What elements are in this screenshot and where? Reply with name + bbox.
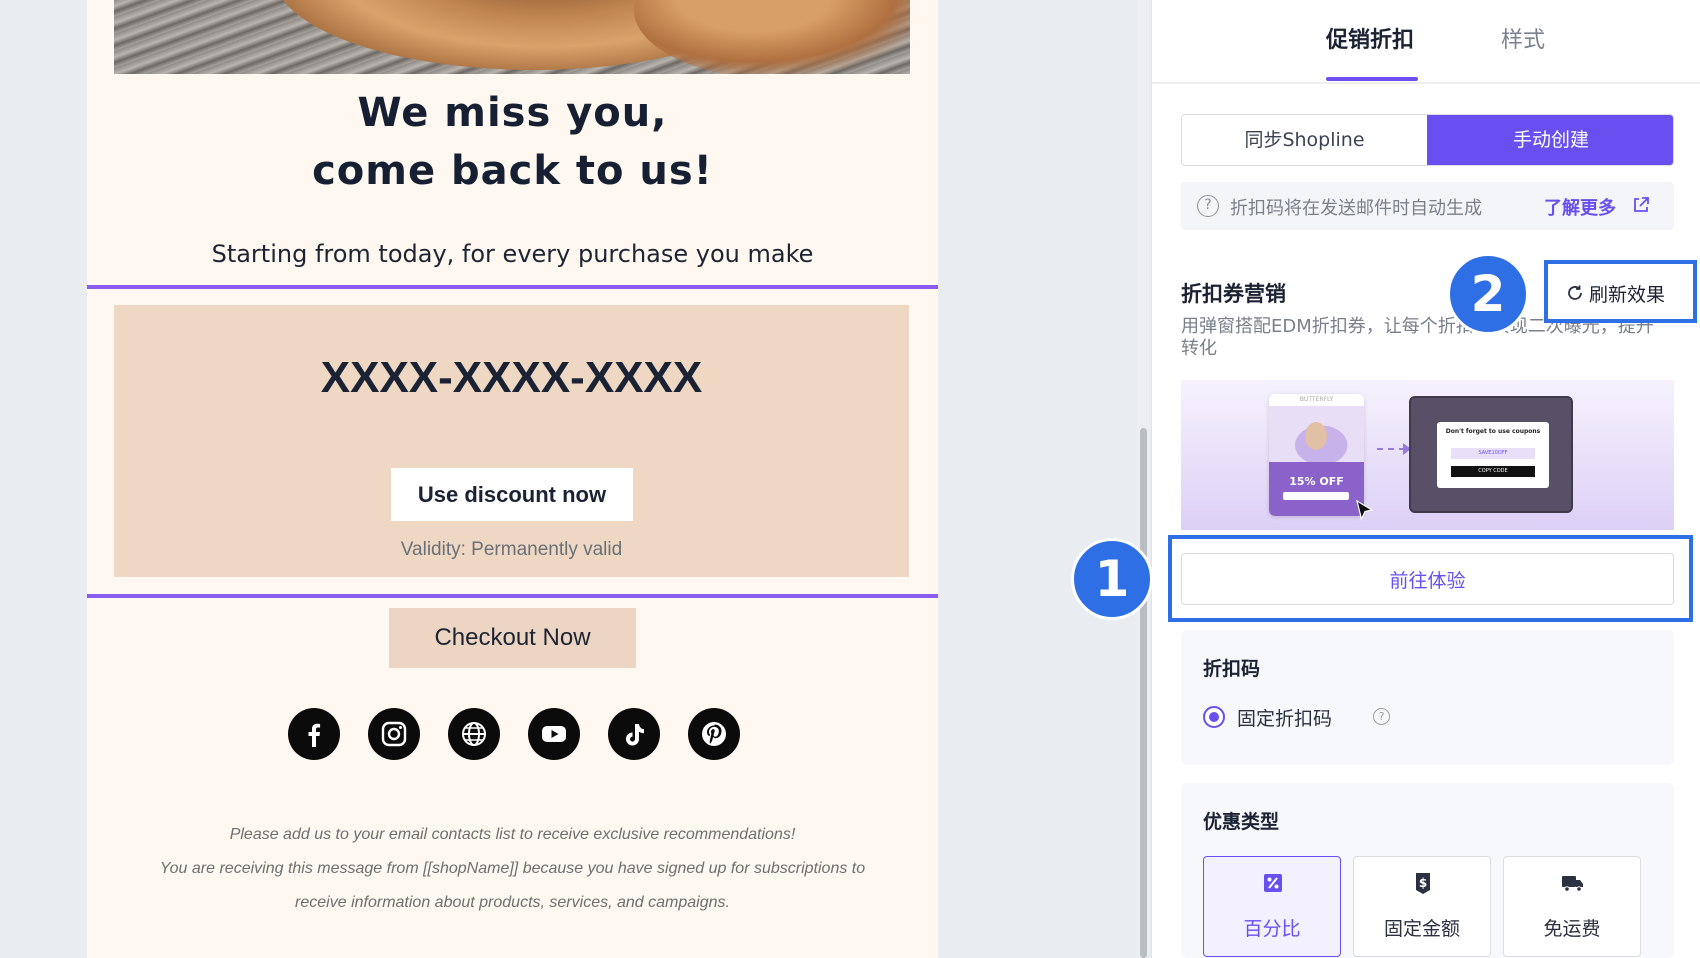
step-badge-2: 2: [1447, 253, 1529, 335]
try-it-button[interactable]: 前往体验: [1181, 553, 1674, 605]
active-tab-indicator: [1326, 77, 1418, 81]
app-root: We miss you, come back to us! Starting f…: [0, 0, 1700, 958]
footer-line-3: receive information about products, serv…: [295, 894, 730, 911]
coupon-marketing-title: 折扣券营销: [1181, 282, 1286, 306]
social-icons-row: [288, 708, 740, 760]
settings-panel: 促销折扣 样式 同步Shopline 手动创建 ? 折扣码将在发送邮件时自动生成…: [1152, 0, 1700, 958]
tiktok-icon[interactable]: [608, 708, 660, 760]
percent-icon: [1264, 874, 1282, 892]
manual-create-option[interactable]: 手动创建: [1427, 115, 1673, 165]
creation-mode-switch: 同步Shopline 手动创建: [1181, 114, 1674, 166]
coupon-code: XXXX-XXXX-XXXX: [320, 353, 703, 402]
sync-shopline-option[interactable]: 同步Shopline: [1182, 115, 1427, 165]
free-shipping-label: 免运费: [1543, 918, 1601, 940]
refresh-effect-label: 刷新效果: [1589, 283, 1666, 306]
validity-text: Validity: Permanently valid: [400, 539, 623, 560]
dollar-tag-icon: $: [1416, 873, 1430, 894]
discount-type-fixed-amount[interactable]: $ 固定金额: [1353, 856, 1491, 957]
modal-code: SAVE10OFF: [1451, 448, 1535, 459]
auto-generate-hint: ? 折扣码将在发送邮件时自动生成 了解更多: [1181, 182, 1674, 230]
hint-text: 折扣码将在发送邮件时自动生成: [1230, 198, 1482, 219]
learn-more-link[interactable]: 了解更多: [1544, 194, 1616, 220]
tab-style[interactable]: 样式: [1501, 22, 1545, 54]
email-preview: We miss you, come back to us! Starting f…: [87, 0, 938, 958]
facebook-icon[interactable]: [288, 708, 340, 760]
discount-code-title: 折扣码: [1203, 658, 1261, 680]
fixed-code-label[interactable]: 固定折扣码: [1237, 704, 1332, 731]
scrollbar-thumb[interactable]: [1140, 428, 1147, 958]
tab-promotion-discount[interactable]: 促销折扣: [1326, 22, 1414, 54]
popup-preview-card: BUTTERFLY 15% OFF: [1269, 394, 1364, 516]
coupon-modal: Don't forget to use coupons SAVE10OFF CO…: [1437, 422, 1549, 488]
discount-type-title: 优惠类型: [1203, 811, 1280, 833]
percent-label: 百分比: [1243, 918, 1301, 940]
fixed-code-radio[interactable]: [1203, 706, 1225, 728]
headline-line-1: We miss you,: [357, 90, 668, 136]
footer-line-2: You are receiving this message from [[sh…: [159, 860, 866, 877]
preview-scrollbar[interactable]: [1137, 0, 1149, 958]
model-face: [1305, 422, 1327, 450]
dog-paw: [634, 0, 910, 74]
coupon-block[interactable]: XXXX-XXXX-XXXX Use discount now Validity…: [114, 305, 909, 577]
help-icon[interactable]: ?: [1373, 708, 1390, 725]
panel-tabs: 促销折扣 样式: [1152, 0, 1700, 84]
truck-icon: [1562, 876, 1583, 892]
discount-type-percent[interactable]: 百分比: [1203, 856, 1341, 957]
youtube-icon[interactable]: [528, 708, 580, 760]
refresh-effect-button[interactable]: 刷新效果: [1565, 279, 1665, 307]
fixed-amount-label: 固定金额: [1383, 918, 1460, 940]
popup-edm-preview-image: BUTTERFLY 15% OFF Don't forget to use co…: [1181, 380, 1674, 530]
svg-text:$: $: [1419, 876, 1427, 890]
model-photo: [1269, 406, 1364, 462]
discount-code-box: 折扣码 固定折扣码 ?: [1181, 630, 1674, 765]
footer-line-1: Please add us to your email contacts lis…: [229, 826, 796, 843]
instagram-icon[interactable]: [368, 708, 420, 760]
pinterest-icon[interactable]: [688, 708, 740, 760]
subline-text: Starting from today, for every purchase …: [211, 240, 814, 268]
email-preview-card: Don't forget to use coupons SAVE10OFF CO…: [1409, 396, 1573, 513]
discount-type-free-shipping[interactable]: 免运费: [1503, 856, 1641, 957]
hero-dog-image: [114, 0, 910, 74]
discount-type-box: 优惠类型 百分比 $ 固定金额 免运费: [1181, 783, 1674, 958]
website-icon[interactable]: [448, 708, 500, 760]
cursor-icon: [1356, 500, 1374, 521]
external-link-icon[interactable]: [1632, 196, 1650, 214]
headline-line-2: come back to us!: [312, 148, 713, 194]
modal-copy-button: COPY CODE: [1451, 466, 1535, 477]
offer-band: 15% OFF: [1269, 462, 1364, 516]
use-discount-button[interactable]: Use discount now: [391, 468, 633, 521]
offer-input-bar: [1283, 492, 1349, 500]
brand-label: BUTTERFLY: [1299, 396, 1334, 403]
flow-arrow: [1377, 448, 1405, 450]
offer-text: 15% OFF: [1289, 475, 1344, 488]
checkout-now-button[interactable]: Checkout Now: [389, 608, 636, 668]
modal-title: Don't forget to use coupons: [1445, 428, 1541, 435]
step-badge-1: 1: [1071, 538, 1153, 620]
help-circle-icon: ?: [1197, 195, 1219, 217]
refresh-icon: [1568, 285, 1582, 300]
